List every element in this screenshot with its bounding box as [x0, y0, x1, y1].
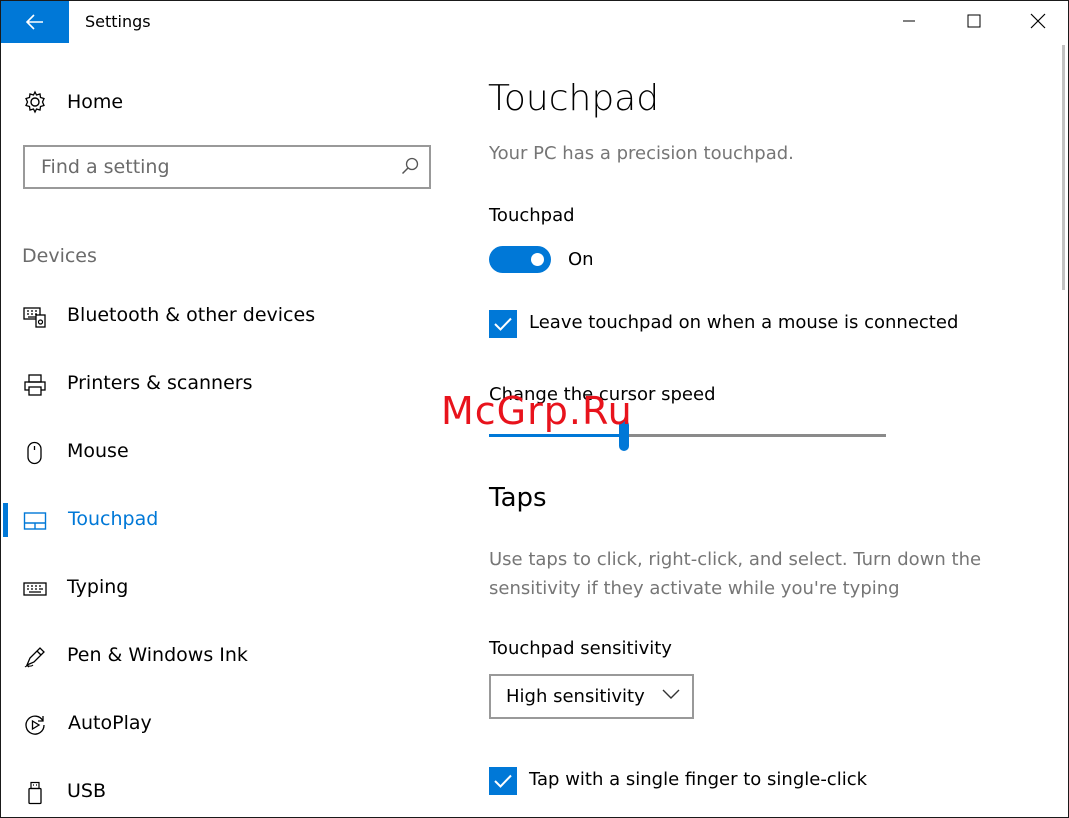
toggle-state-label: On: [568, 249, 594, 270]
section-heading-devices: Devices: [22, 245, 97, 267]
touchpad-icon: [23, 512, 47, 530]
sidebar-item-typing[interactable]: Typing: [1, 569, 441, 609]
single-tap-label: Tap with a single finger to single-click: [529, 769, 868, 790]
minimize-button[interactable]: [877, 1, 941, 41]
mouse-icon: [27, 441, 42, 465]
taps-description: Use taps to click, right-click, and sele…: [489, 549, 982, 599]
autoplay-icon: [25, 715, 45, 735]
sidebar-item-usb[interactable]: USB: [1, 773, 441, 813]
sidebar-item-bluetooth[interactable]: Bluetooth & other devices: [1, 297, 441, 337]
sidebar-item-label: Bluetooth & other devices: [67, 304, 316, 326]
checkmark-icon: [494, 317, 512, 331]
active-indicator: [3, 503, 8, 537]
close-icon: [1030, 13, 1046, 29]
page-title: Touchpad: [488, 78, 660, 119]
maximize-button[interactable]: [942, 1, 1006, 41]
leave-touchpad-on-label: Leave touchpad on when a mouse is connec…: [529, 312, 959, 333]
pen-icon: [24, 647, 45, 668]
chevron-down-icon: [662, 689, 680, 699]
search-input[interactable]: Find a setting: [41, 156, 170, 178]
toggle-knob: [531, 253, 544, 266]
close-button[interactable]: [1006, 1, 1068, 41]
touchpad-toggle[interactable]: [489, 246, 551, 273]
window-title: Settings: [85, 12, 151, 31]
touchpad-toggle-label: Touchpad: [489, 205, 575, 226]
sensitivity-label: Touchpad sensitivity: [489, 638, 672, 659]
search-icon[interactable]: [401, 157, 419, 175]
usb-icon: [28, 781, 42, 805]
search-box[interactable]: Find a setting: [23, 145, 431, 189]
taps-heading: Taps: [489, 483, 547, 513]
sidebar-item-label: Printers & scanners: [67, 372, 253, 394]
home-nav-item[interactable]: Home: [23, 87, 123, 117]
sidebar-item-pen[interactable]: Pen & Windows Ink: [1, 637, 441, 677]
page-description: Your PC has a precision touchpad.: [489, 143, 794, 164]
sidebar-item-touchpad[interactable]: Touchpad: [1, 501, 441, 541]
leave-touchpad-on-checkbox[interactable]: [489, 310, 517, 338]
keyboard-icon: [23, 582, 47, 596]
dropdown-selected-value: High sensitivity: [506, 686, 645, 707]
back-arrow-icon: [26, 14, 43, 30]
printer-icon: [24, 374, 46, 396]
back-button[interactable]: [1, 1, 69, 43]
sensitivity-dropdown[interactable]: High sensitivity: [489, 674, 694, 719]
sidebar-item-label: Typing: [67, 576, 129, 598]
minimize-icon: [903, 20, 915, 22]
checkmark-icon: [494, 774, 512, 788]
sidebar-item-label: Pen & Windows Ink: [67, 644, 248, 666]
bluetooth-devices-icon: [23, 307, 46, 328]
slider-fill: [489, 434, 624, 437]
sidebar-item-autoplay[interactable]: AutoPlay: [1, 705, 441, 745]
sidebar-item-label: Touchpad: [68, 508, 159, 530]
single-tap-checkbox[interactable]: [489, 767, 517, 795]
settings-window: Settings Home Find a setting Devices Blu…: [0, 0, 1069, 818]
sidebar-item-label: AutoPlay: [68, 712, 152, 734]
title-bar: Settings: [1, 1, 1068, 43]
scrollbar[interactable]: [1062, 45, 1065, 290]
sidebar-item-printers[interactable]: Printers & scanners: [1, 365, 441, 405]
home-label: Home: [67, 91, 124, 113]
watermark-text: McGrp.Ru: [441, 389, 633, 433]
sidebar-item-mouse[interactable]: Mouse: [1, 433, 441, 473]
maximize-icon: [967, 14, 981, 28]
sidebar-item-label: USB: [67, 780, 107, 802]
gear-icon: [25, 90, 45, 114]
sidebar-item-label: Mouse: [67, 440, 129, 462]
cursor-speed-slider[interactable]: [489, 420, 886, 451]
